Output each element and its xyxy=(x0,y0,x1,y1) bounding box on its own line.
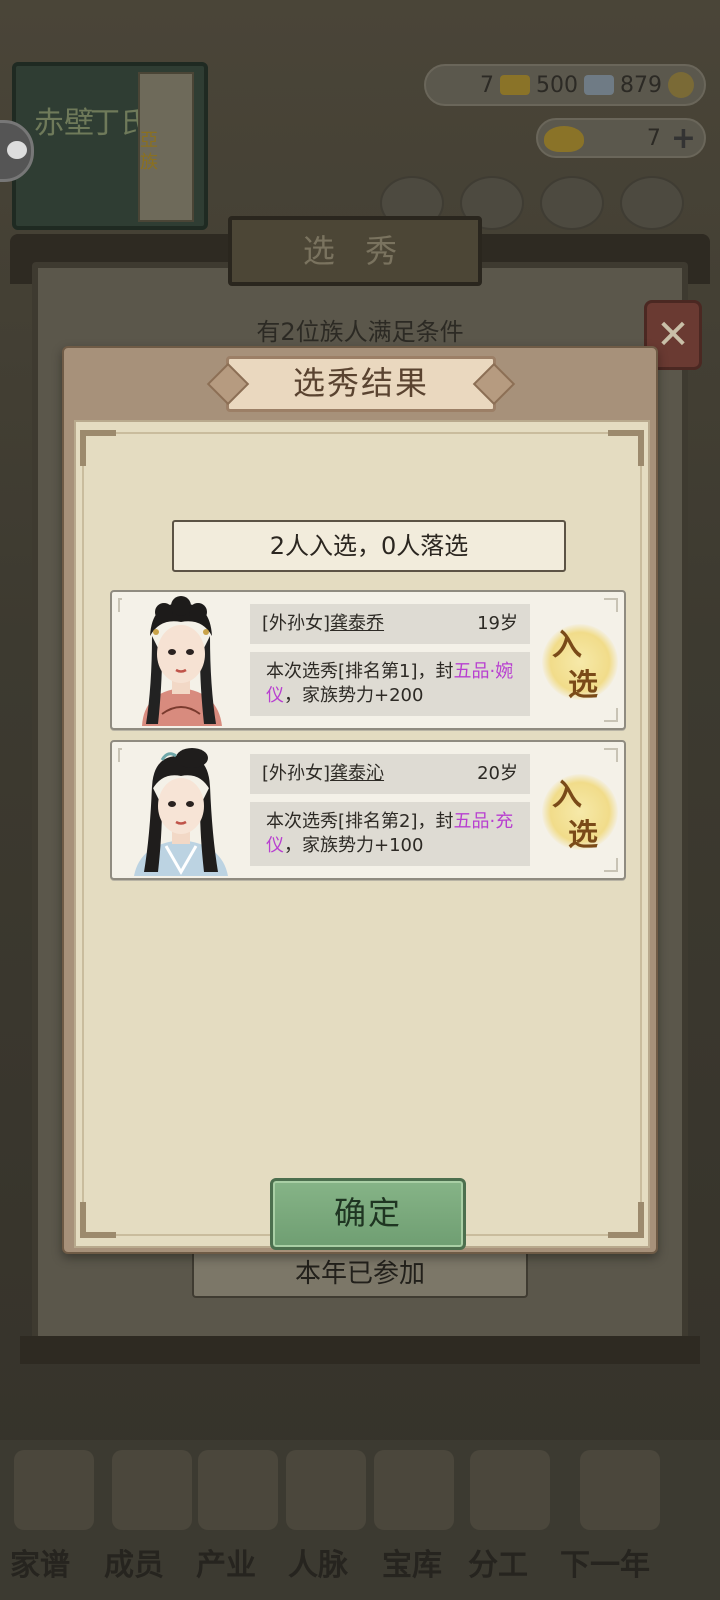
candidate-relation: [外孙女] xyxy=(262,613,331,634)
nav-network: 人脉 xyxy=(288,1548,348,1583)
industry-icon xyxy=(198,1450,278,1530)
coin-count: 879 xyxy=(620,72,662,98)
panel-subtitle: 有2位族人满足条件 xyxy=(256,318,464,346)
candidate-relation: [外孙女] xyxy=(262,763,331,784)
candidate-card[interactable]: [外孙女]龚泰乔 19岁 本次选秀[排名第1]，封五品·婉仪，家族势力+200 … xyxy=(110,590,626,730)
confirm-button[interactable]: 确定 xyxy=(270,1178,466,1250)
silver-icon xyxy=(584,75,614,95)
network-icon xyxy=(286,1450,366,1530)
ingot-count: 7 xyxy=(646,125,661,151)
flower-icon xyxy=(620,176,684,230)
candidate-header: [外孙女]龚泰乔 19岁 xyxy=(250,604,530,644)
family-book: 赤壁 丁氏 亞族 xyxy=(12,62,208,230)
ingot-bar: 7 + xyxy=(536,118,706,158)
candidate-name[interactable]: 龚泰沁 xyxy=(330,763,384,784)
candidate-age: 19岁 xyxy=(477,613,518,634)
candidate-result: 本次选秀[排名第2]，封五品·充仪，家族势力+100 xyxy=(250,802,530,866)
nav-next-year: 下一年 xyxy=(560,1548,650,1583)
silver-count: 500 xyxy=(536,72,578,98)
treasury-icon xyxy=(374,1450,454,1530)
coin-icon xyxy=(668,72,694,98)
book-title-left: 赤壁 xyxy=(34,106,94,141)
tasks-icon xyxy=(470,1450,550,1530)
members-icon xyxy=(112,1450,192,1530)
panel-base xyxy=(20,1336,700,1364)
book-spine: 亞族 xyxy=(138,72,194,222)
add-icon: + xyxy=(670,120,696,156)
candidate-card[interactable]: [外孙女]龚泰沁 20岁 本次选秀[排名第2]，封五品·充仪，家族势力+100 … xyxy=(110,740,626,880)
nav-treasury: 宝库 xyxy=(382,1548,442,1583)
next-year-icon xyxy=(580,1450,660,1530)
result-summary: 2人入选，0人落选 xyxy=(172,520,566,572)
bottom-nav: 家谱 成员 产业 人脉 宝库 分工 下一年 xyxy=(0,1440,720,1600)
candidate-age: 20岁 xyxy=(477,763,518,784)
portrait-avatar xyxy=(122,596,240,726)
close-icon: ✕ xyxy=(656,312,690,358)
result-modal: 2人入选，0人落选 [外孙女]龚泰乔 19岁 本次选秀[排名第1]，封五品·婉仪… xyxy=(62,346,658,1254)
nav-members: 成员 xyxy=(104,1548,164,1583)
lantern-icon xyxy=(540,176,604,230)
resource-bar: 7 500 879 xyxy=(424,64,706,106)
book-spine-text: 亞族 xyxy=(140,130,158,173)
portrait-avatar xyxy=(122,746,240,876)
candidate-result: 本次选秀[排名第1]，封五品·婉仪，家族势力+200 xyxy=(250,652,530,716)
ingot-icon xyxy=(544,126,584,152)
nav-tasks: 分工 xyxy=(468,1548,528,1583)
participated-button: 本年已参加 xyxy=(192,1250,528,1298)
modal-body: 2人入选，0人落选 [外孙女]龚泰乔 19岁 本次选秀[排名第1]，封五品·婉仪… xyxy=(74,420,650,1250)
nav-family-tree: 家谱 xyxy=(10,1548,70,1583)
selected-stamp: 入 选 xyxy=(538,756,618,866)
gold-count: 7 xyxy=(480,72,494,98)
candidate-name[interactable]: 龚泰乔 xyxy=(330,613,384,634)
gold-bar-icon xyxy=(500,75,530,95)
modal-title: 选秀结果 xyxy=(226,356,496,412)
selected-stamp: 入 选 xyxy=(538,606,618,716)
candidate-header: [外孙女]龚泰沁 20岁 xyxy=(250,754,530,794)
nav-industry: 产业 xyxy=(196,1548,256,1583)
panel-title: 选 秀 xyxy=(228,216,482,286)
family-tree-icon xyxy=(14,1450,94,1530)
